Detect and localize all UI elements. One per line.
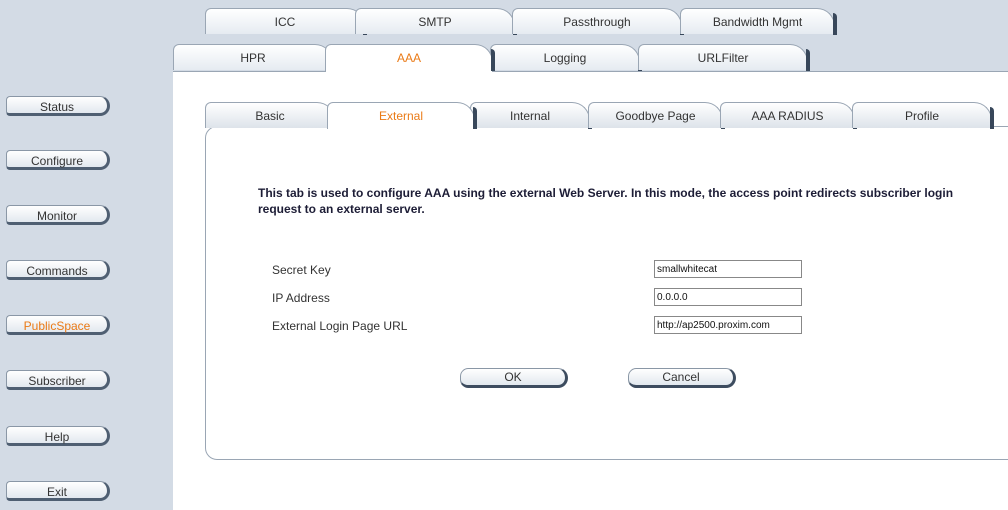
ip-address-label: IP Address (272, 291, 330, 305)
publicspace-button[interactable]: PublicSpace (6, 315, 110, 335)
cancel-button[interactable]: Cancel (628, 368, 736, 388)
tab-icc[interactable]: ICC (205, 8, 367, 35)
tab-row-divider (173, 71, 1008, 72)
configure-button[interactable]: Configure (6, 150, 110, 170)
sidebar: Status Configure Monitor Commands Public… (0, 0, 173, 510)
status-button[interactable]: Status (6, 96, 110, 116)
subtab-basic[interactable]: Basic (205, 102, 337, 129)
ok-button[interactable]: OK (460, 368, 568, 388)
tab-aaa[interactable]: AAA (325, 44, 495, 72)
secret-key-label: Secret Key (272, 263, 331, 277)
tab-hpr[interactable]: HPR (173, 44, 335, 71)
tab-smtp[interactable]: SMTP (355, 8, 517, 35)
tab-bandwidth-mgmt[interactable]: Bandwidth Mgmt (680, 8, 837, 35)
tab-urlfilter[interactable]: URLFilter (638, 44, 810, 71)
subtab-external[interactable]: External (327, 102, 477, 129)
external-login-url-field[interactable] (654, 316, 802, 334)
tab-passthrough[interactable]: Passthrough (512, 8, 684, 35)
help-button[interactable]: Help (6, 426, 110, 446)
subscriber-button[interactable]: Subscriber (6, 370, 110, 390)
monitor-button[interactable]: Monitor (6, 205, 110, 225)
external-login-url-label: External Login Page URL (272, 319, 408, 333)
description-text: This tab is used to configure AAA using … (258, 186, 954, 216)
exit-button[interactable]: Exit (6, 481, 110, 501)
subtab-internal[interactable]: Internal (470, 102, 592, 129)
subtab-goodbye-page[interactable]: Goodbye Page (588, 102, 725, 129)
subtab-aaa-radius[interactable]: AAA RADIUS (720, 102, 857, 129)
tab-logging[interactable]: Logging (490, 44, 642, 71)
secret-key-field[interactable] (654, 260, 802, 278)
subtab-profile[interactable]: Profile (852, 102, 994, 129)
ip-address-field[interactable] (654, 288, 802, 306)
commands-button[interactable]: Commands (6, 260, 110, 280)
